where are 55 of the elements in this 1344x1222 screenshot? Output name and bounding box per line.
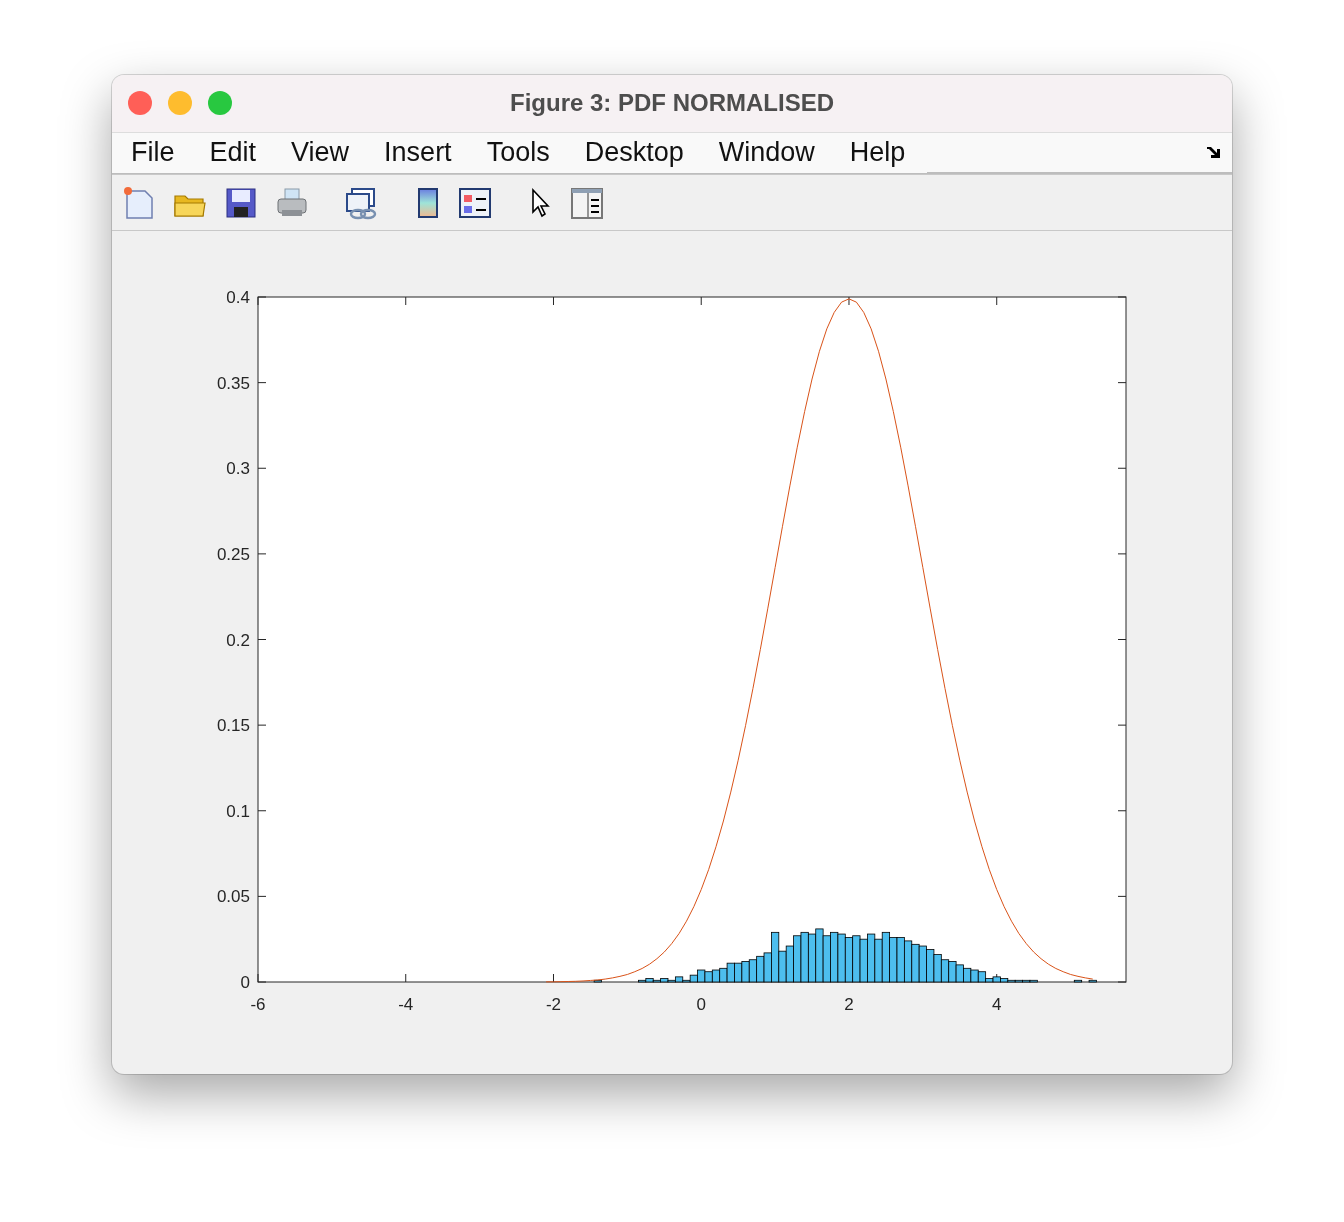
histogram-bar [859,938,868,983]
tick-label: 0.4 [226,288,250,307]
histogram-bar [933,954,942,983]
histogram-bar [1073,979,1083,983]
histogram-bar [1088,979,1097,983]
tick-label: 0.15 [216,716,250,736]
menu-item[interactable]: Help [836,132,919,174]
menu-item[interactable]: Edit [196,132,270,174]
menu-item[interactable]: Window [705,132,828,174]
window-title: Figure 3: PDF NORMALISED [510,89,834,118]
histogram-bar [948,961,957,983]
tick-label: -4 [398,995,414,1014]
save-icon[interactable] [224,185,258,220]
tick-label: 0.25 [216,544,250,564]
histogram-bar [940,959,950,983]
menu-item[interactable]: Desktop [571,132,697,174]
histogram-bar [741,961,750,983]
histogram-bar [926,949,935,983]
histogram-bar [822,935,831,983]
histogram-bar [970,969,979,983]
tick-label: 0 [696,995,706,1014]
histogram-bar [726,962,735,983]
menu-item[interactable]: File [118,132,188,174]
tick-label: 0.1 [226,801,250,821]
tick-label: 0 [240,973,250,992]
property-editor-icon[interactable] [570,185,604,220]
histogram-bar [896,937,905,983]
tick-label: 0.05 [216,887,250,907]
histogram-bar [800,931,809,983]
colorbar-icon[interactable] [415,185,441,220]
histogram-bar [963,967,972,983]
histogram-bar [955,964,964,983]
histogram-bar [704,971,713,983]
histogram-bar [711,969,721,983]
histogram-bar [852,935,861,983]
dock-arrow-icon[interactable] [1206,145,1222,160]
tick-label: 0.2 [226,630,250,650]
histogram-bar [874,938,883,983]
legend-icon[interactable] [458,185,492,220]
tick-label: 4 [992,995,1002,1014]
histogram-bar [815,928,824,983]
tick-label: 0.3 [226,459,250,479]
tick-label: 0.35 [216,373,250,393]
histogram-bar [911,943,920,983]
new-file-icon[interactable] [122,185,156,220]
tick-label: -2 [545,995,562,1014]
tick-label: -6 [250,995,266,1014]
menu-item[interactable]: Insert [371,132,465,174]
histogram-bar [593,979,602,983]
menu-item[interactable]: Tools [473,132,563,174]
histogram-bar [837,933,846,983]
close-button[interactable] [128,91,152,116]
tick-label: 2 [844,995,854,1014]
menu-item[interactable]: View [278,132,363,174]
histogram-bar [918,945,927,983]
